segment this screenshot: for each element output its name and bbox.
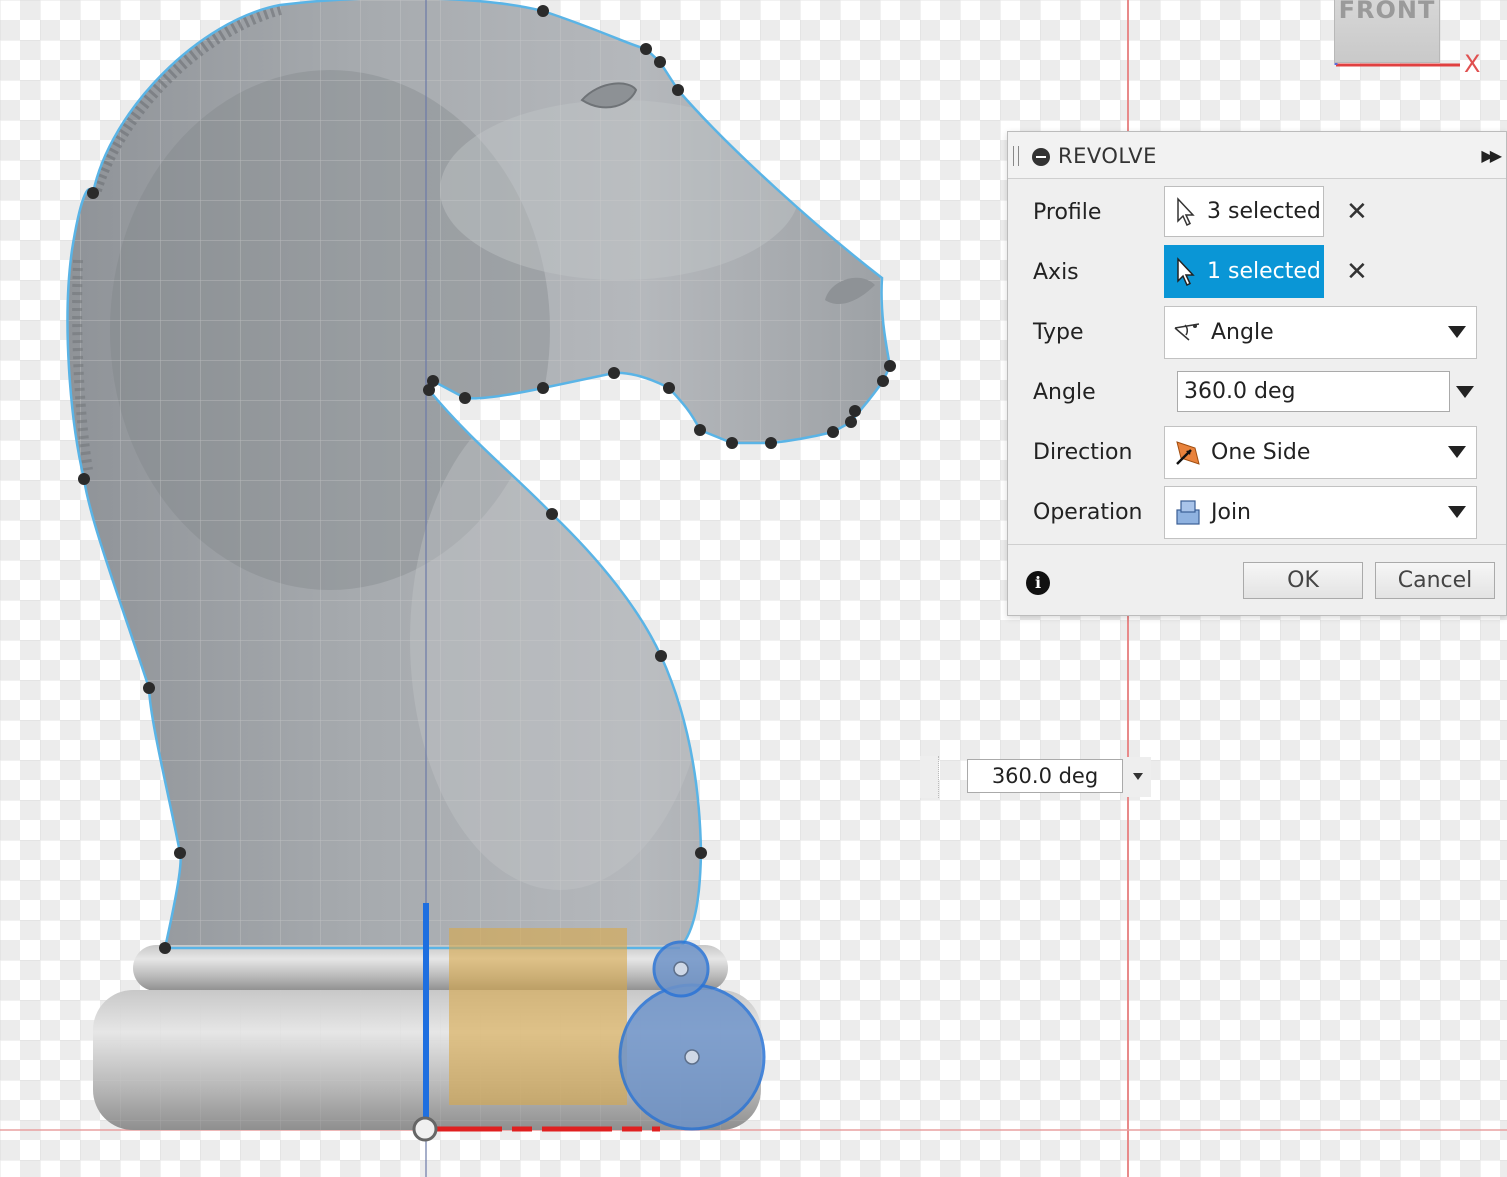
angle-input[interactable]: 360.0 deg [1177, 371, 1450, 412]
type-dropdown[interactable]: Angle [1164, 306, 1477, 359]
stop-command-icon[interactable] [1032, 148, 1050, 166]
axis-label: Axis [1033, 260, 1079, 285]
type-label: Type [1033, 320, 1084, 345]
info-icon[interactable]: i [1026, 571, 1050, 595]
cursor-arrow-icon [1177, 256, 1195, 286]
cancel-button[interactable]: Cancel [1375, 562, 1495, 599]
profile-label: Profile [1033, 200, 1102, 225]
canvas-angle-input[interactable]: 360.0 deg [967, 759, 1123, 793]
revolve-panel-header[interactable]: REVOLVE ▶▶ [1008, 132, 1506, 179]
direction-value: One Side [1211, 440, 1311, 465]
floating-input-grip[interactable] [920, 756, 939, 798]
cursor-arrow-icon [1177, 196, 1195, 226]
clear-axis-selection-icon[interactable]: ✕ [1346, 257, 1368, 287]
ok-button[interactable]: OK [1243, 562, 1363, 599]
panel-footer: i OK Cancel [1008, 544, 1506, 615]
profile-selector[interactable]: 3 selected [1164, 186, 1324, 237]
profile-selection-count: 3 selected [1207, 199, 1321, 224]
direction-dropdown[interactable]: One Side [1164, 426, 1477, 479]
angle-icon [1174, 322, 1200, 341]
chevron-down-icon [1133, 773, 1143, 780]
chevron-down-icon [1448, 446, 1466, 458]
drag-handle-icon[interactable] [1013, 146, 1019, 166]
angle-label: Angle [1033, 380, 1096, 405]
chevron-down-icon [1448, 326, 1466, 338]
join-body-icon [1176, 499, 1200, 525]
expand-panel-icon[interactable]: ▶▶ [1481, 146, 1502, 165]
operation-dropdown[interactable]: Join [1164, 486, 1477, 539]
operation-label: Operation [1033, 500, 1143, 525]
panel-title: REVOLVE [1058, 144, 1157, 168]
one-side-direction-icon [1176, 440, 1200, 465]
view-cube-front-label: FRONT [1338, 0, 1436, 24]
view-cube-x-axis-label: X [1464, 50, 1481, 78]
selected-profile-region[interactable] [449, 928, 627, 1105]
operation-value: Join [1211, 500, 1252, 525]
origin-point[interactable] [412, 1116, 438, 1142]
clear-profile-selection-icon[interactable]: ✕ [1346, 197, 1368, 227]
direction-label: Direction [1033, 440, 1133, 465]
chevron-down-icon [1448, 506, 1466, 518]
revolve-panel: REVOLVE ▶▶ Profile 3 selected ✕ Axis 1 s… [1007, 131, 1507, 616]
type-value: Angle [1211, 320, 1274, 345]
axis-selector[interactable]: 1 selected [1164, 245, 1324, 298]
view-cube[interactable]: FRONT [1330, 0, 1440, 66]
angle-dropdown-chevron-icon[interactable] [1456, 386, 1474, 398]
axis-selection-count: 1 selected [1207, 259, 1321, 284]
